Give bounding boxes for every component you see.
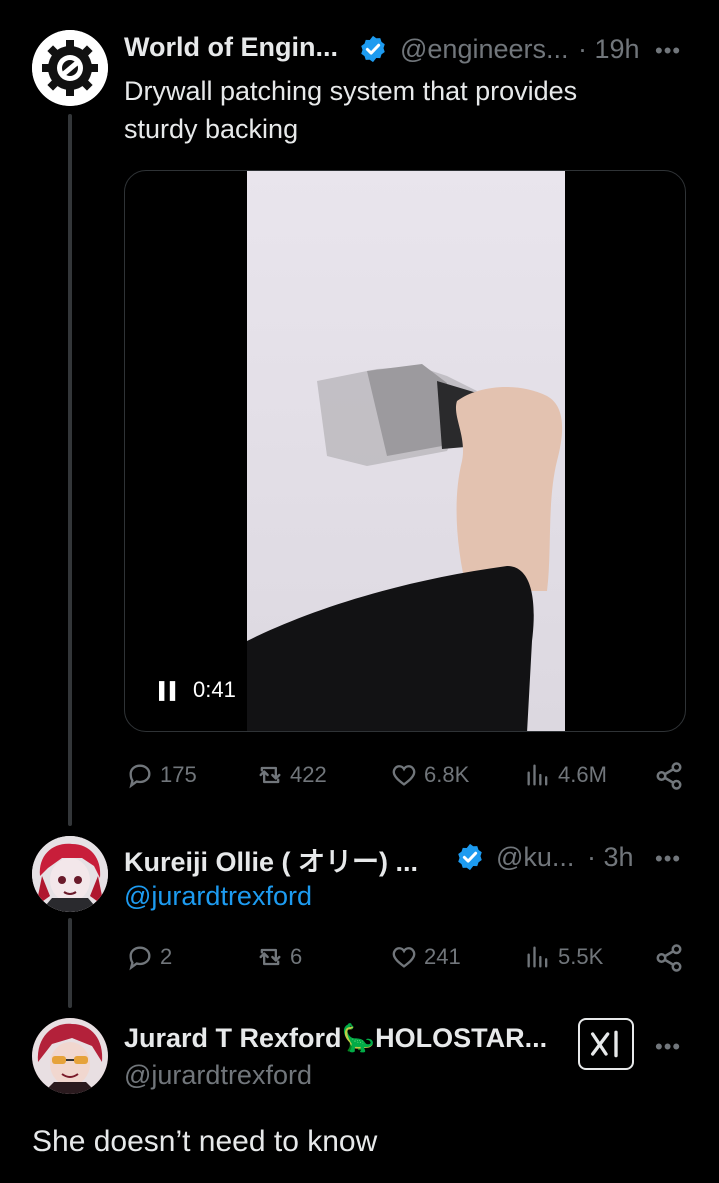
more-options-button[interactable]: ••• [655,1034,681,1060]
dinosaur-emoji: 🦕 [341,1023,376,1053]
x-ai-logo-icon [591,1030,618,1058]
thread-line [68,114,72,826]
author-name[interactable]: Kureiji Ollie ( オリー) ... [124,840,418,879]
repost-icon [259,766,281,784]
mention-link[interactable]: @jurardtrexford [124,881,312,912]
author-handle[interactable]: @jurardtrexford [124,1060,312,1091]
views-button[interactable]: 4.6M [524,761,607,789]
reply-count: 175 [160,762,197,787]
video-frame[interactable] [247,171,565,731]
video-thumbnail [247,171,565,731]
views-count: 4.6M [558,762,607,787]
heart-icon [392,947,416,968]
video-timestamp: 0:41 [193,677,236,702]
verified-badge-icon [458,843,482,871]
avatar[interactable] [32,30,108,106]
reply-icon [129,946,151,971]
like-button[interactable]: 241 [390,943,461,971]
gear-logo-icon [32,30,108,106]
like-count: 6.8K [424,762,470,787]
timestamp[interactable]: · 3h [587,842,634,873]
x-ai-badge[interactable] [578,1018,634,1070]
anime-avatar-image [32,836,108,912]
avatar[interactable] [32,1018,108,1094]
thread-line [68,918,72,1008]
heart-icon [392,765,416,786]
tweet-text-line: sturdy backing [124,114,299,144]
repost-count: 6 [290,944,303,969]
author-name[interactable]: World of Engin... [124,32,338,63]
share-icon[interactable] [654,761,684,791]
pause-icon[interactable] [159,681,177,701]
more-options-button[interactable]: ••• [655,38,681,64]
reply-count: 2 [160,944,173,969]
repost-count: 422 [290,762,327,787]
author-handle[interactable]: @ku... [496,842,574,873]
timestamp[interactable]: · 19h [578,34,640,65]
reply-button[interactable]: 175 [126,761,197,789]
views-button[interactable]: 5.5K [524,943,603,971]
repost-button[interactable]: 6 [256,943,302,971]
anime-avatar-image [32,1018,108,1094]
author-handle[interactable]: @engineers... [400,34,569,65]
reply-icon [129,764,151,789]
repost-button[interactable]: 422 [256,761,327,789]
verified-badge-icon [361,35,385,63]
author-name-text: Jurard T Rexford [124,1023,342,1053]
like-count: 241 [424,944,461,969]
tweet-text: She doesn’t need to know [32,1125,378,1158]
video-player[interactable]: 0:41 [124,170,686,732]
views-icon [527,764,548,786]
repost-icon [259,948,281,966]
views-count: 5.5K [558,944,604,969]
author-name-suffix: HOLOSTAR... [375,1023,548,1053]
views-icon [527,946,548,968]
tweet-text-line: Drywall patching system that provides [124,76,578,106]
reply-button[interactable]: 2 [126,943,172,971]
like-button[interactable]: 6.8K [390,761,469,789]
avatar[interactable] [32,836,108,912]
author-name[interactable]: Jurard T Rexford🦕HOLOSTAR... [124,1022,547,1054]
more-options-button[interactable]: ••• [655,846,681,872]
share-icon[interactable] [654,943,684,973]
